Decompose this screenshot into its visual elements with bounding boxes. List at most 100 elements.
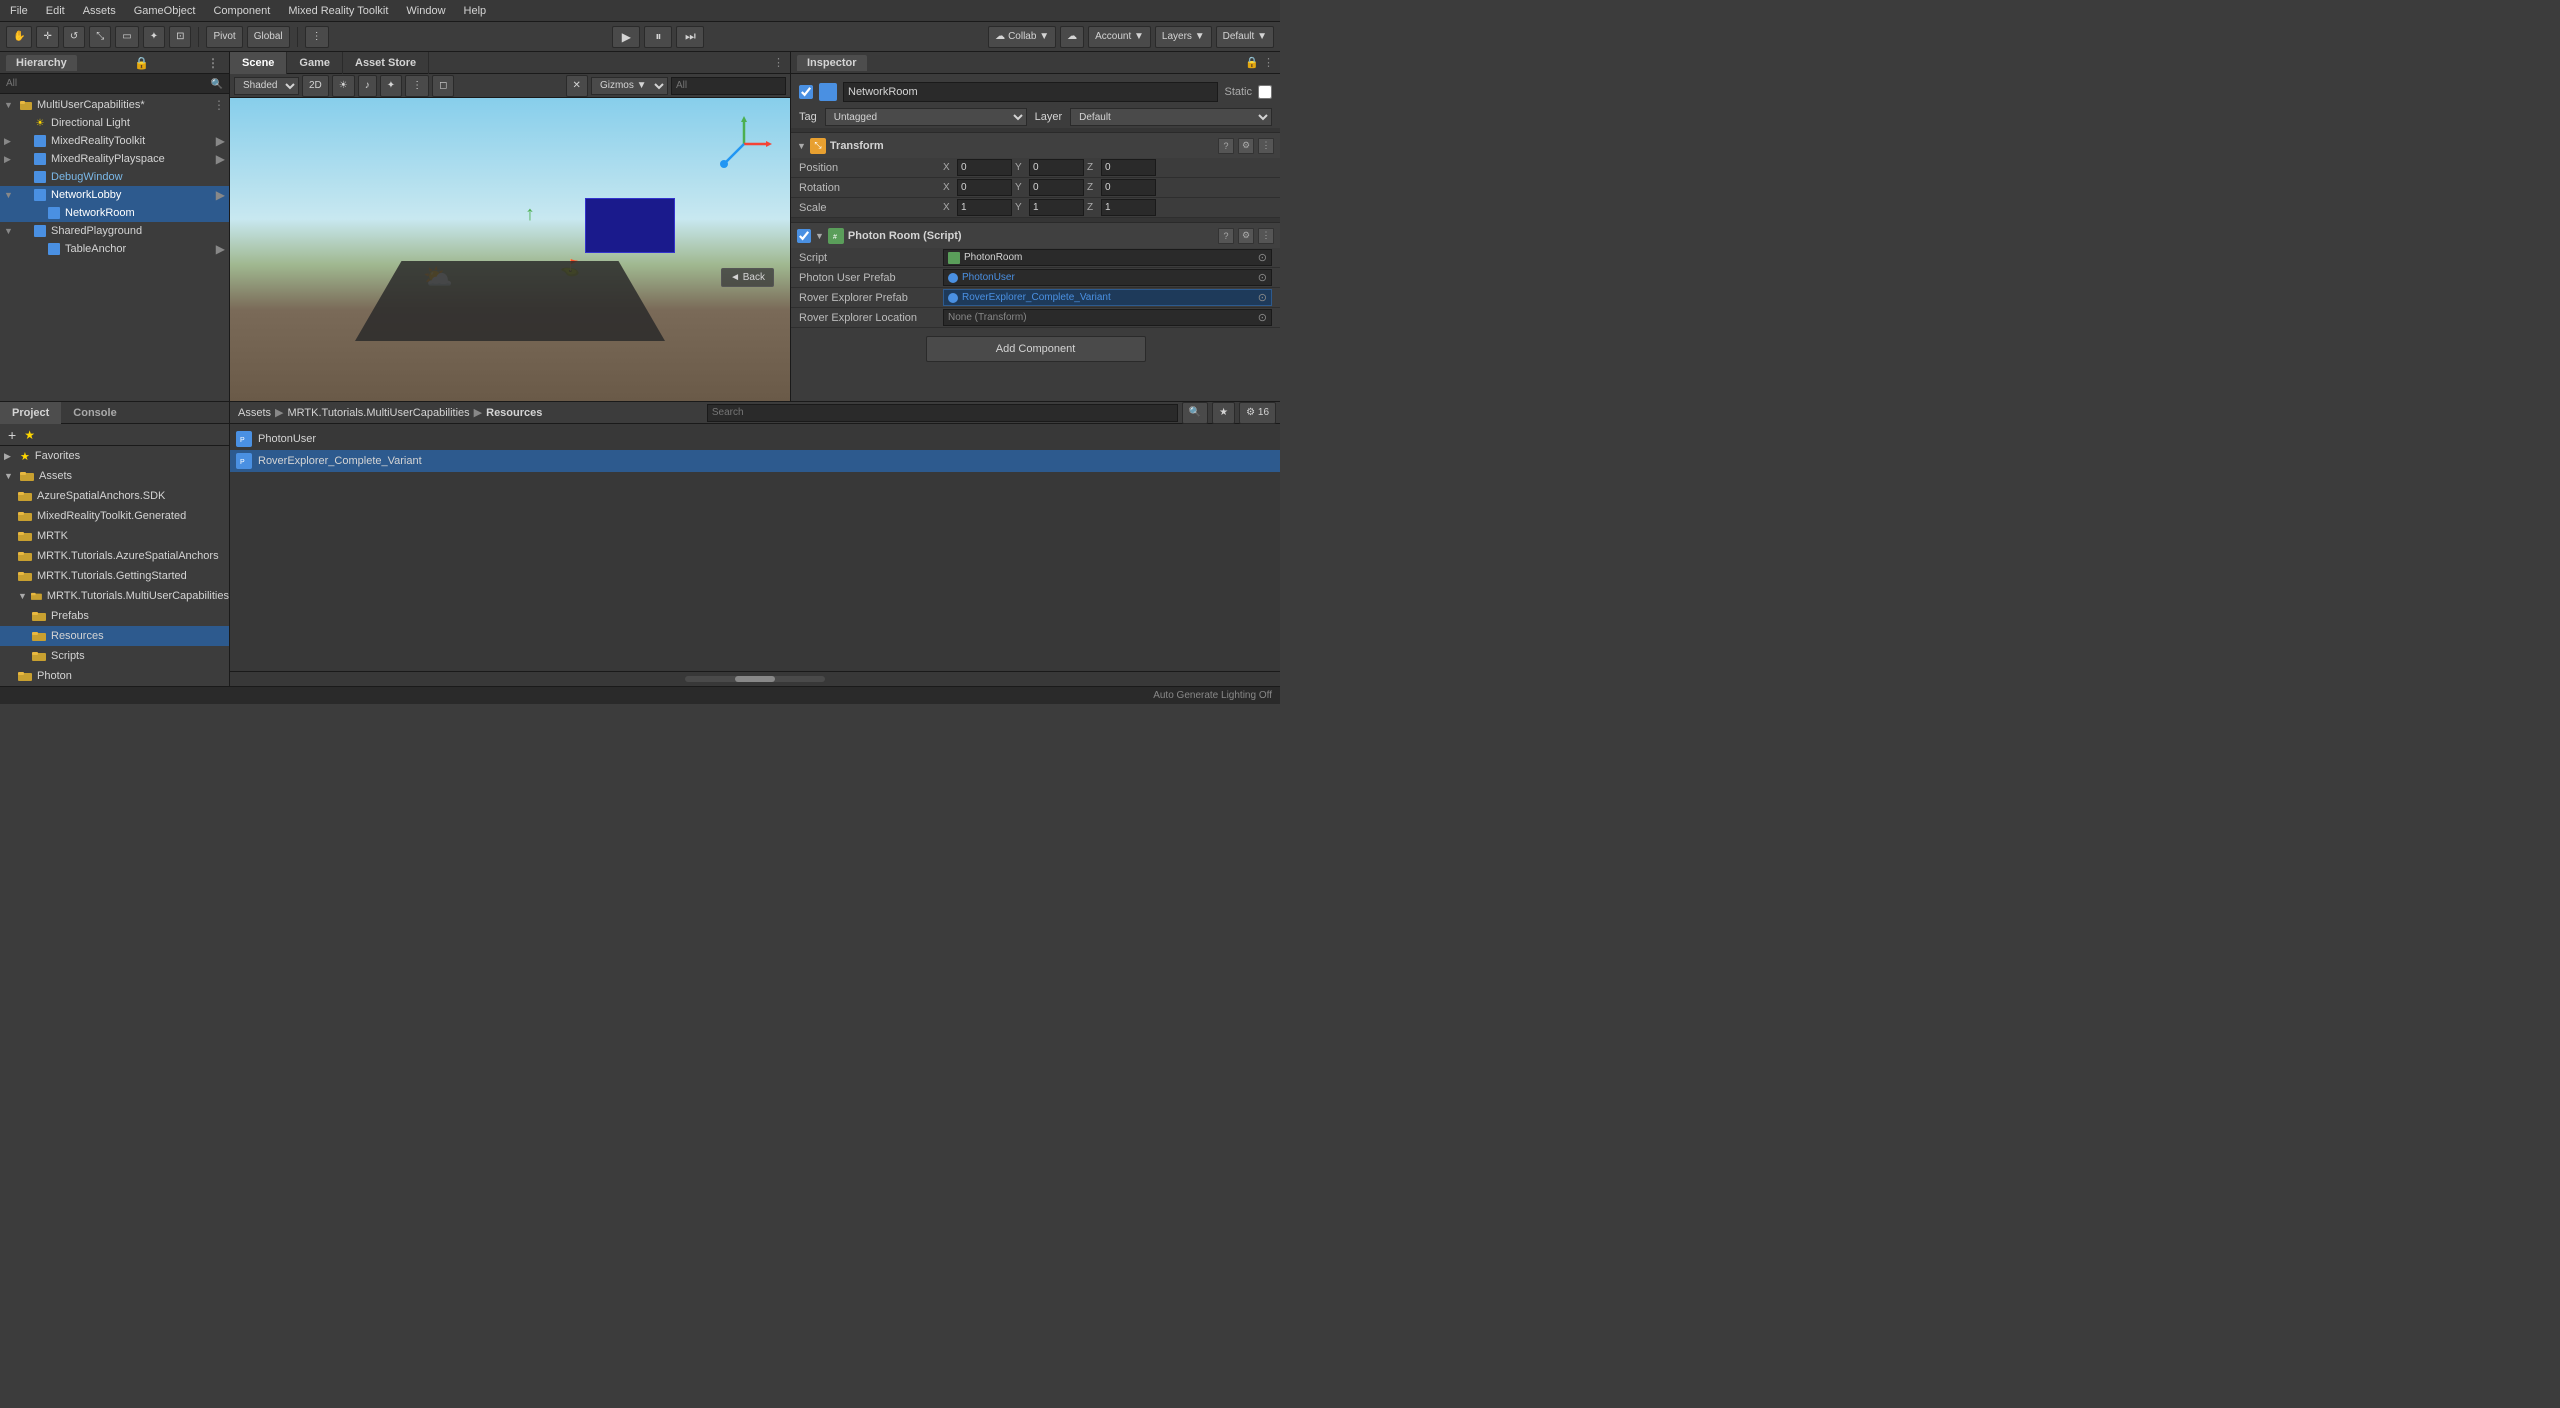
transform-help-btn[interactable]: ? <box>1218 138 1234 154</box>
hierarchy-item-more[interactable]: ⋮ <box>213 98 229 112</box>
file-star-btn[interactable]: ★ <box>1212 402 1235 424</box>
pause-btn[interactable]: ⏸ <box>644 26 672 48</box>
scale-tool-btn[interactable]: ⤡ <box>89 26 111 48</box>
bottom-tab-project[interactable]: Project <box>0 402 61 424</box>
menu-window[interactable]: Window <box>404 5 447 17</box>
tree-item-sharedplayground[interactable]: ▼ SharedPlayground <box>0 222 229 240</box>
add-component-btn[interactable]: Add Component <box>926 336 1146 362</box>
sidebar-mrtk-multi[interactable]: ▼ MRTK.Tutorials.MultiUserCapabilities <box>0 586 229 606</box>
breadcrumb-mrtk[interactable]: MRTK.Tutorials.MultiUserCapabilities <box>287 407 469 419</box>
script-select-btn[interactable]: ⊙ <box>1258 251 1267 264</box>
hierarchy-search-input[interactable] <box>0 74 229 94</box>
pos-z-input[interactable] <box>1101 159 1156 176</box>
tree-item-multiuser[interactable]: ▼ MultiUserCapabilities* ⋮ <box>0 96 229 114</box>
tree-item-light[interactable]: ▶ ☀ Directional Light <box>0 114 229 132</box>
inspector-tab[interactable]: Inspector <box>797 55 867 71</box>
photonroom-help-btn[interactable]: ? <box>1218 228 1234 244</box>
rot-z-input[interactable] <box>1101 179 1156 196</box>
menu-edit[interactable]: Edit <box>44 5 67 17</box>
rotate-tool-btn[interactable]: ↺ <box>63 26 85 48</box>
pos-x-input[interactable] <box>957 159 1012 176</box>
object-name-input[interactable] <box>843 82 1218 102</box>
rect-tool-btn[interactable]: ▭ <box>115 26 138 48</box>
rover-prefab-select-btn[interactable]: ⊙ <box>1258 291 1267 304</box>
scene-view[interactable]: ◄ Back ↑ ⛅ ⛳ <box>230 98 790 401</box>
account-btn[interactable]: Account ▼ <box>1088 26 1151 48</box>
custom-tool-btn[interactable]: ⊡ <box>169 26 191 48</box>
hand-tool-btn[interactable]: ✋ <box>6 26 32 48</box>
rot-y-input[interactable] <box>1029 179 1084 196</box>
sidebar-scripts[interactable]: Scripts <box>0 646 229 666</box>
scene-tab-assetstore[interactable]: Asset Store <box>343 52 429 74</box>
photon-user-select-btn[interactable]: ⊙ <box>1258 271 1267 284</box>
sidebar-prefabs[interactable]: Prefabs <box>0 606 229 626</box>
sidebar-resources[interactable]: Resources <box>0 626 229 646</box>
transform-header[interactable]: ▼ ⤡ Transform ? ⚙ ⋮ <box>791 132 1280 158</box>
sidebar-mrtk-generated[interactable]: MixedRealityToolkit.Generated <box>0 506 229 526</box>
sidebar-favorites[interactable]: ▶ ★ Favorites <box>0 446 229 466</box>
play-btn[interactable]: ▶ <box>612 26 640 48</box>
photonroom-enabled[interactable] <box>797 229 811 243</box>
step-btn[interactable]: ⏭ <box>676 26 704 48</box>
scene-search-input[interactable] <box>671 77 786 95</box>
transform-tool-btn[interactable]: ✦ <box>143 26 165 48</box>
tree-item-mrtk[interactable]: ▶ MixedRealityToolkit ▶ <box>0 132 229 150</box>
hide-btn[interactable]: ◻ <box>432 75 454 97</box>
tree-item-debugwindow[interactable]: ▶ DebugWindow <box>0 168 229 186</box>
sca-z-input[interactable] <box>1101 199 1156 216</box>
photonroom-settings-btn[interactable]: ⚙ <box>1238 228 1254 244</box>
scene-tab-game[interactable]: Game <box>287 52 343 74</box>
pivot-btn[interactable]: Pivot <box>206 26 242 48</box>
sca-x-input[interactable] <box>957 199 1012 216</box>
audio-btn[interactable]: ♪ <box>358 75 377 97</box>
tree-item-networklobby[interactable]: ▼ NetworkLobby ▶ <box>0 186 229 204</box>
rover-location-select-btn[interactable]: ⊙ <box>1258 311 1267 324</box>
scene-close-btn[interactable]: ✕ <box>566 75 588 97</box>
2d-btn[interactable]: 2D <box>302 75 329 97</box>
inspector-lock[interactable]: 🔒 <box>1245 56 1259 69</box>
scroll-track[interactable] <box>685 676 825 682</box>
hierarchy-more-btn[interactable]: ⋮ <box>207 56 223 70</box>
photonroom-more-btn[interactable]: ⋮ <box>1258 228 1274 244</box>
hierarchy-lock-icon[interactable]: 🔒 <box>134 56 149 70</box>
sidebar-assets[interactable]: ▼ Assets <box>0 466 229 486</box>
file-search-btn[interactable]: 🔍 <box>1182 402 1208 424</box>
lighting-btn[interactable]: ☀ <box>332 75 355 97</box>
cloud-icon-btn[interactable]: ☁ <box>1060 26 1084 48</box>
menu-help[interactable]: Help <box>462 5 489 17</box>
menu-assets[interactable]: Assets <box>81 5 118 17</box>
effects-btn[interactable]: ✦ <box>380 75 402 97</box>
hierarchy-item-more[interactable]: ▶ <box>216 134 229 148</box>
breadcrumb-assets[interactable]: Assets <box>238 407 271 419</box>
transform-settings-btn[interactable]: ⚙ <box>1238 138 1254 154</box>
gizmos-dropdown[interactable]: Gizmos ▼ <box>591 77 668 95</box>
scene-extra-btn[interactable]: ⋮ <box>405 75 429 97</box>
file-item-photonuser[interactable]: P PhotonUser <box>230 428 1280 450</box>
hierarchy-item-more[interactable]: ▶ <box>216 188 229 202</box>
global-btn[interactable]: Global <box>247 26 290 48</box>
layer-select[interactable]: Default <box>1070 108 1272 126</box>
sca-y-input[interactable] <box>1029 199 1084 216</box>
object-active-checkbox[interactable] <box>799 85 813 99</box>
transform-more-btn[interactable]: ⋮ <box>1258 138 1274 154</box>
breadcrumb-resources[interactable]: Resources <box>486 407 542 419</box>
bottom-add-btn[interactable]: + <box>4 427 20 443</box>
menu-file[interactable]: File <box>8 5 30 17</box>
back-btn[interactable]: ◄ Back <box>721 268 774 287</box>
scene-panel-more[interactable]: ⋮ <box>773 56 790 69</box>
sidebar-mrtk-getting[interactable]: MRTK.Tutorials.GettingStarted <box>0 566 229 586</box>
move-tool-btn[interactable]: ✛ <box>36 26 58 48</box>
shading-dropdown[interactable]: Shaded <box>234 77 299 95</box>
bottom-tab-console[interactable]: Console <box>61 402 128 424</box>
static-checkbox[interactable] <box>1258 85 1272 99</box>
hierarchy-item-more[interactable]: ▶ <box>216 242 229 256</box>
menu-gameobject[interactable]: GameObject <box>132 5 198 17</box>
hierarchy-item-more[interactable]: ▶ <box>216 152 229 166</box>
inspector-more[interactable]: ⋮ <box>1263 56 1274 69</box>
photonroom-header[interactable]: ▼ # Photon Room (Script) ? ⚙ ⋮ <box>791 222 1280 248</box>
tree-item-playspace[interactable]: ▶ MixedRealityPlayspace ▶ <box>0 150 229 168</box>
sidebar-azure[interactable]: AzureSpatialAnchors.SDK <box>0 486 229 506</box>
menu-mixed-reality[interactable]: Mixed Reality Toolkit <box>286 5 390 17</box>
snap-btn[interactable]: ⋮ <box>305 26 329 48</box>
file-settings-btn[interactable]: ⚙ 16 <box>1239 402 1276 424</box>
